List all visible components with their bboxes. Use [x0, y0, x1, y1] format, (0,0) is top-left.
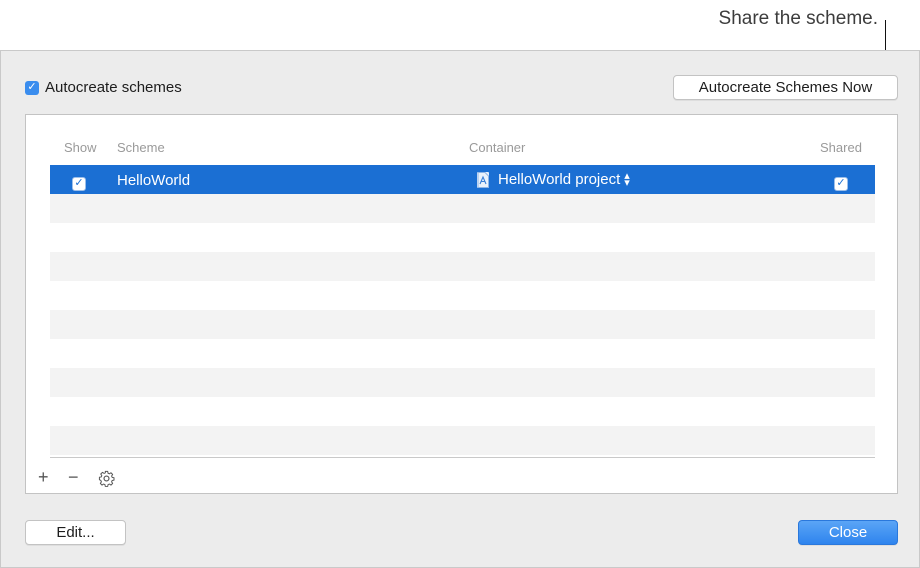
container-name: HelloWorld project [498, 171, 621, 188]
manage-schemes-sheet: ✓ Autocreate schemes Autocreate Schemes … [0, 50, 920, 568]
container-popup[interactable]: HelloWorld project ▴ ▾ [477, 169, 630, 189]
table-row-empty [50, 252, 875, 281]
column-header-shared[interactable]: Shared [820, 140, 862, 155]
shared-checkbox[interactable]: ✓ [834, 173, 848, 191]
table-row-empty [50, 223, 875, 252]
table-row[interactable]: ✓ HelloWorld HelloWorld project ▴ ▾ ✓ [50, 165, 875, 194]
table-row-empty [50, 426, 875, 455]
gear-icon[interactable] [98, 470, 115, 490]
table-row-empty [50, 339, 875, 368]
column-header-scheme[interactable]: Scheme [117, 140, 165, 155]
table-row-empty [50, 397, 875, 426]
column-header-container[interactable]: Container [469, 140, 525, 155]
table-divider [50, 457, 875, 458]
autocreate-schemes-label: Autocreate schemes [45, 79, 182, 96]
close-button[interactable]: Close [798, 520, 898, 545]
edit-button[interactable]: Edit... [25, 520, 126, 545]
add-scheme-button[interactable]: + [38, 468, 49, 486]
checkmark-icon: ✓ [25, 80, 39, 95]
table-row-empty [50, 310, 875, 339]
show-checkbox[interactable]: ✓ [72, 173, 86, 191]
column-header-show[interactable]: Show [64, 140, 97, 155]
schemes-table-body: ✓ HelloWorld HelloWorld project ▴ ▾ ✓ [50, 165, 875, 457]
checkmark-icon: ✓ [72, 176, 86, 191]
remove-scheme-button[interactable]: − [68, 468, 79, 486]
autocreate-schemes-now-button[interactable]: Autocreate Schemes Now [673, 75, 898, 100]
callout-label: Share the scheme. [718, 8, 878, 29]
scheme-name: HelloWorld [117, 172, 191, 189]
project-file-icon [477, 171, 489, 188]
table-row-empty [50, 194, 875, 223]
up-down-arrows-icon: ▴ ▾ [624, 169, 630, 189]
checkmark-icon: ✓ [834, 176, 848, 191]
autocreate-schemes-checkbox[interactable]: ✓ Autocreate schemes [25, 79, 182, 96]
table-row-empty [50, 281, 875, 310]
schemes-table: Show Scheme Container Shared ✓ HelloWorl… [25, 114, 898, 494]
table-row-empty [50, 368, 875, 397]
